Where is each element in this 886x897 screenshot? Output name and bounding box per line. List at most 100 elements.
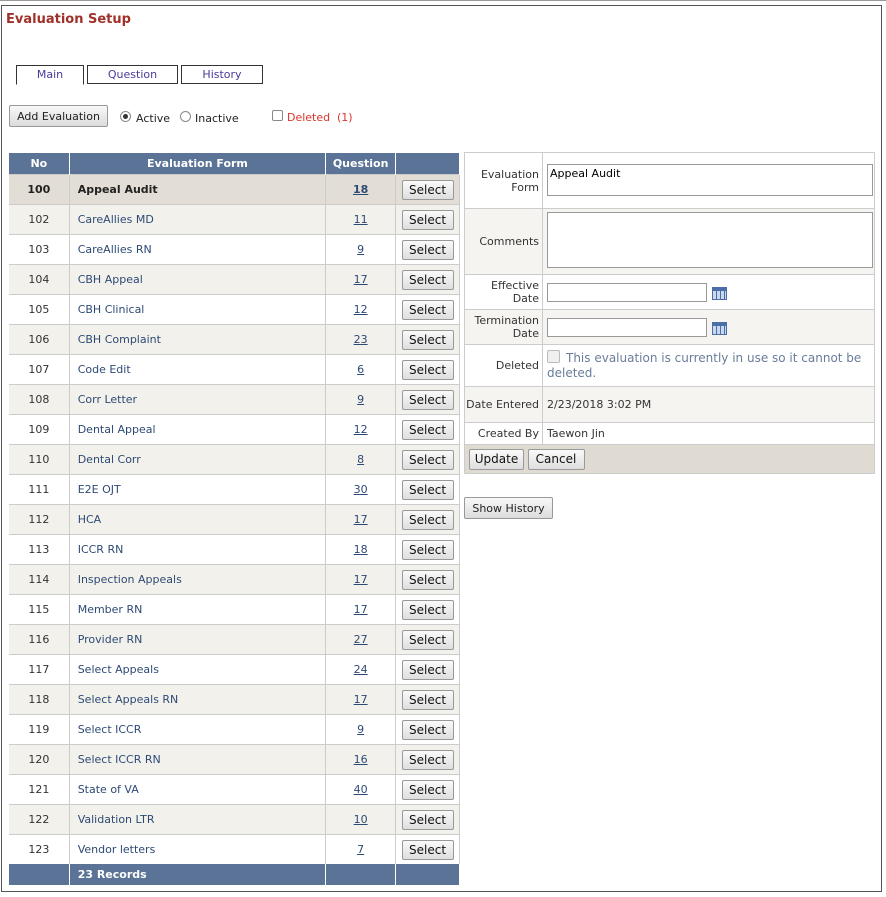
row-no: 108 [9, 384, 70, 415]
row-question-count-link[interactable]: 6 [357, 363, 364, 376]
row-form-name: Dental Corr [69, 444, 327, 475]
table-row: 117 Select Appeals 24 Select [9, 654, 460, 685]
table-row: 121 State of VA 40 Select [9, 774, 460, 805]
row-select-button[interactable]: Select [401, 329, 454, 350]
row-select-button[interactable]: Select [401, 239, 454, 260]
termination-date-label: Termination Date [464, 309, 543, 345]
comments-input[interactable] [547, 212, 873, 268]
row-select-button[interactable]: Select [401, 749, 454, 770]
row-no: 100 [9, 174, 70, 205]
row-select-button[interactable]: Select [401, 299, 454, 320]
table-row: 120 Select ICCR RN 16 Select [9, 744, 460, 775]
row-select-button[interactable]: Select [401, 779, 454, 800]
effective-date-input[interactable] [547, 282, 707, 302]
row-question-count-link[interactable]: 12 [354, 423, 368, 436]
row-no: 119 [9, 714, 70, 745]
deleted-checkbox[interactable] [272, 110, 283, 121]
show-history-button[interactable]: Show History [464, 497, 553, 519]
active-radio[interactable] [120, 111, 131, 122]
row-question-count-link[interactable]: 17 [354, 513, 368, 526]
row-no: 114 [9, 564, 70, 595]
deleted-label: Deleted [287, 111, 331, 124]
row-select-button[interactable]: Select [401, 479, 454, 500]
record-count: 23 Records [69, 864, 327, 885]
row-form-name: Appeal Audit [69, 174, 327, 205]
row-select-button[interactable]: Select [401, 629, 454, 650]
row-question-count-link[interactable]: 9 [357, 243, 364, 256]
date-entered-value: 2/23/2018 3:02 PM [542, 386, 875, 423]
row-question-count-link[interactable]: 12 [354, 303, 368, 316]
row-select-button[interactable]: Select [401, 689, 454, 710]
termination-date-input[interactable] [547, 317, 707, 337]
row-question-count-link[interactable]: 24 [354, 663, 368, 676]
row-select-button[interactable]: Select [401, 569, 454, 590]
row-no: 109 [9, 414, 70, 445]
row-select-button[interactable]: Select [401, 839, 454, 860]
row-question-count-link[interactable]: 10 [354, 813, 368, 826]
date-entered-label: Date Entered [464, 386, 543, 423]
row-select-button[interactable]: Select [401, 809, 454, 830]
row-question-count-link[interactable]: 11 [354, 213, 368, 226]
header-question: Question [325, 153, 397, 175]
evaluation-form-input[interactable] [547, 163, 873, 196]
row-question-count-link[interactable]: 9 [357, 723, 364, 736]
row-question-count-link[interactable]: 23 [354, 333, 368, 346]
table-row: 110 Dental Corr 8 Select [9, 444, 460, 475]
inactive-radio[interactable] [180, 111, 191, 122]
row-question-count-link[interactable]: 17 [354, 693, 368, 706]
row-question-count-link[interactable]: 17 [354, 573, 368, 586]
deleted-field-label: Deleted [464, 344, 543, 387]
row-select-button[interactable]: Select [401, 449, 454, 470]
row-question-count-link[interactable]: 9 [357, 393, 364, 406]
row-form-name: E2E OJT [69, 474, 327, 505]
row-select-button[interactable]: Select [401, 419, 454, 440]
row-question-count-link[interactable]: 7 [357, 843, 364, 856]
row-form-name: State of VA [69, 774, 327, 805]
table-row: 123 Vendor letters 7 Select [9, 834, 460, 864]
row-select-button[interactable]: Select [401, 179, 454, 200]
row-select-button[interactable]: Select [401, 599, 454, 620]
row-question-count-link[interactable]: 17 [354, 273, 368, 286]
row-select-button[interactable]: Select [401, 539, 454, 560]
row-select-button[interactable]: Select [401, 359, 454, 380]
table-row: 103 CareAllies RN 9 Select [9, 234, 460, 265]
created-by-value: Taewon Jin [542, 422, 875, 445]
cancel-button[interactable]: Cancel [527, 448, 585, 470]
row-form-name: Inspection Appeals [69, 564, 327, 595]
row-form-name: Select Appeals [69, 654, 327, 685]
row-no: 102 [9, 204, 70, 235]
tab-history[interactable]: History [181, 65, 263, 84]
row-form-name: Code Edit [69, 354, 327, 385]
add-evaluation-button[interactable]: Add Evaluation [9, 105, 108, 127]
row-select-button[interactable]: Select [401, 659, 454, 680]
comments-label: Comments [464, 208, 543, 275]
row-select-button[interactable]: Select [401, 269, 454, 290]
table-row: 116 Provider RN 27 Select [9, 624, 460, 655]
row-form-name: CBH Complaint [69, 324, 327, 355]
calendar-icon[interactable] [712, 287, 727, 300]
tab-main[interactable]: Main [16, 65, 84, 85]
update-button[interactable]: Update [469, 448, 524, 470]
row-select-button[interactable]: Select [401, 389, 454, 410]
row-question-count-link[interactable]: 27 [354, 633, 368, 646]
row-question-count-link[interactable]: 30 [354, 483, 368, 496]
row-question-count-link[interactable]: 18 [353, 183, 368, 196]
effective-date-label: Effective Date [464, 274, 543, 310]
header-no: No [9, 153, 70, 175]
row-question-count-link[interactable]: 40 [354, 783, 368, 796]
row-form-name: CareAllies MD [69, 204, 327, 235]
table-row: 102 CareAllies MD 11 Select [9, 204, 460, 235]
row-question-count-link[interactable]: 16 [354, 753, 368, 766]
header-form: Evaluation Form [69, 153, 327, 175]
row-select-button[interactable]: Select [401, 209, 454, 230]
row-select-button[interactable]: Select [401, 719, 454, 740]
row-question-count-link[interactable]: 8 [357, 453, 364, 466]
row-question-count-link[interactable]: 18 [354, 543, 368, 556]
evaluation-grid: No Evaluation Form Question 100 Appeal Au… [9, 153, 460, 885]
row-select-button[interactable]: Select [401, 509, 454, 530]
row-question-count-link[interactable]: 17 [354, 603, 368, 616]
row-no: 113 [9, 534, 70, 565]
page-title: Evaluation Setup [6, 12, 131, 27]
tab-question[interactable]: Question [87, 65, 178, 84]
calendar-icon[interactable] [712, 322, 727, 335]
